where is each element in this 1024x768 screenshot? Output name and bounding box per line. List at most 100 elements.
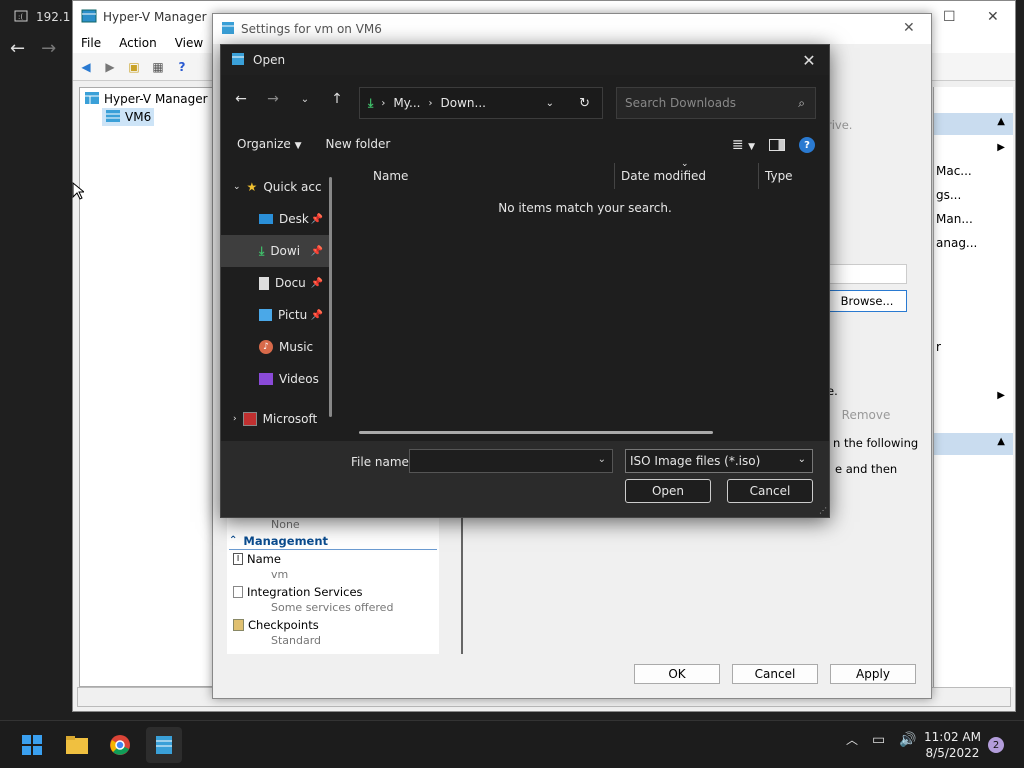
forward-arrow-icon[interactable]: → [41, 38, 56, 59]
close-icon[interactable]: ✕ [987, 9, 999, 25]
menu-file[interactable]: File [81, 36, 101, 50]
folder-icon [66, 736, 88, 754]
chevron-up-icon[interactable]: ︿ [846, 731, 858, 748]
action-arrow-row[interactable]: ▶ [934, 383, 1013, 407]
menu-view[interactable]: View [175, 36, 203, 50]
dialog-close-icon[interactable]: ✕ [797, 49, 821, 71]
hyperv-taskbar-button[interactable] [146, 727, 182, 763]
action-item[interactable]: r [934, 335, 1013, 359]
action-item[interactable]: anag... [934, 231, 1013, 255]
nav-downloads[interactable]: ⤓ Dowi 📌 [221, 235, 329, 267]
open-dialog-title: Open [253, 53, 286, 67]
remove-button[interactable]: Remove [831, 406, 901, 424]
file-list-scrollbar[interactable] [359, 431, 713, 434]
settings-close-icon[interactable]: ✕ [903, 20, 915, 36]
expand-chevron-icon: › [233, 414, 237, 424]
address-dropdown-icon[interactable]: ⌄ [546, 98, 554, 109]
download-icon: ⤓ [368, 95, 374, 110]
back-icon[interactable]: ◀ [77, 58, 95, 76]
nav-pictures[interactable]: Pictu 📌 [221, 299, 329, 331]
help-icon[interactable]: ? [799, 137, 815, 153]
actions-header-vm[interactable]: ▲ [934, 433, 1013, 455]
videos-icon [259, 373, 273, 385]
preview-pane-icon[interactable] [769, 139, 785, 151]
path-textbox[interactable] [827, 264, 907, 284]
resize-grip-icon[interactable]: ⋰ [819, 506, 827, 515]
search-input[interactable]: Search Downloads ⌕ [616, 87, 816, 119]
tree-root[interactable]: Hyper-V Manager [84, 90, 224, 108]
back-arrow-icon[interactable]: ← [10, 38, 25, 59]
apply-button[interactable]: Apply [830, 664, 916, 684]
chevron-down-icon[interactable]: ⌄ [598, 454, 606, 465]
actions-header[interactable]: ▲ [934, 113, 1013, 135]
start-button[interactable] [14, 727, 50, 763]
file-name-input[interactable]: ⌄ [409, 449, 613, 473]
column-type[interactable]: Type [759, 163, 819, 189]
column-date-modified[interactable]: Date modified ⌄ [615, 159, 759, 189]
management-label: Management [243, 533, 329, 548]
integration-icon [233, 586, 243, 598]
network-icon[interactable]: ▭ [872, 732, 885, 748]
checkpoints-item[interactable]: Checkpoints [233, 618, 319, 632]
volume-icon[interactable]: 🔊 [899, 732, 916, 748]
tree-host[interactable]: VM6 [102, 108, 155, 126]
name-item[interactable]: I Name [233, 552, 281, 566]
action-item[interactable]: Mac... [934, 159, 1013, 183]
drive-fragment: rive. [827, 118, 853, 132]
refresh-icon[interactable]: ↻ [579, 96, 590, 111]
settings-right-fragments: rive. Browse... e. [827, 90, 907, 398]
sort-chevron-icon: ⌄ [681, 159, 689, 169]
menu-action[interactable]: Action [119, 36, 157, 50]
show-hide-tree-icon[interactable]: ▦ [149, 58, 167, 76]
name-label: Name [247, 552, 281, 566]
windows-logo-icon [22, 735, 42, 755]
action-arrow-row[interactable]: ▶ [934, 135, 1013, 159]
pin-icon: 📌 [310, 245, 323, 257]
chrome-button[interactable] [102, 727, 138, 763]
rdp-tab[interactable]: :( 192.1 [14, 4, 70, 30]
cancel-button[interactable]: Cancel [727, 479, 813, 503]
action-item[interactable]: Man... [934, 207, 1013, 231]
file-explorer-button[interactable] [59, 727, 95, 763]
submenu-arrow-icon: ▶ [997, 141, 1005, 153]
nav-videos[interactable]: Videos [221, 363, 329, 395]
breadcrumb-segment[interactable]: My... [393, 96, 420, 110]
open-button[interactable]: Open [625, 479, 711, 503]
file-type-select[interactable]: ISO Image files (*.iso) ⌄ [625, 449, 813, 473]
nav-label: Music [279, 340, 314, 354]
hyperv-manager-icon [84, 91, 100, 108]
organize-button[interactable]: Organize ▼ [237, 137, 302, 151]
column-name[interactable]: Name [341, 163, 615, 189]
integration-item[interactable]: Integration Services [233, 585, 363, 599]
recent-chevron-icon[interactable]: ⌄ [295, 89, 315, 109]
nav-documents[interactable]: Docu 📌 [221, 267, 329, 299]
nav-music[interactable]: ♪ Music [221, 331, 329, 363]
forward-icon[interactable]: → [263, 89, 283, 109]
nav-desktop[interactable]: Desk 📌 [221, 203, 329, 235]
clock[interactable]: 11:02 AM 8/5/2022 [924, 729, 981, 761]
address-bar[interactable]: ⤓ › My... › Down... ⌄ ↻ [359, 87, 603, 119]
integration-value: Some services offered [271, 601, 394, 614]
management-header[interactable]: ⌃ Management [229, 532, 437, 550]
browse-button[interactable]: Browse... [827, 290, 907, 312]
up-folder-icon[interactable]: ▣ [125, 58, 143, 76]
help-icon[interactable]: ? [173, 58, 191, 76]
breadcrumb-sep-icon: › [428, 97, 433, 109]
svg-text::(: :( [18, 13, 23, 21]
settings-cancel-button[interactable]: Cancel [732, 664, 818, 684]
nav-quick-access[interactable]: ⌄ ★ Quick acc [221, 171, 329, 203]
breadcrumb-segment[interactable]: Down... [441, 96, 486, 110]
back-icon[interactable]: ← [231, 89, 251, 109]
maximize-icon[interactable]: ☐ [943, 9, 956, 25]
forward-icon[interactable]: ▶ [101, 58, 119, 76]
tree-root-label: Hyper-V Manager [104, 92, 208, 106]
view-options-icon[interactable]: ≣ ▼ [732, 137, 755, 153]
ok-button[interactable]: OK [634, 664, 720, 684]
nav-microsoft[interactable]: › Microsoft [221, 403, 329, 435]
nav-pane-scrollbar[interactable] [329, 177, 332, 417]
action-item[interactable]: gs... [934, 183, 1013, 207]
up-arrow-icon[interactable]: ↑ [327, 89, 347, 109]
new-folder-button[interactable]: New folder [326, 137, 391, 151]
notification-badge[interactable]: 2 [988, 737, 1004, 753]
nav-label: Dowi [270, 244, 301, 258]
